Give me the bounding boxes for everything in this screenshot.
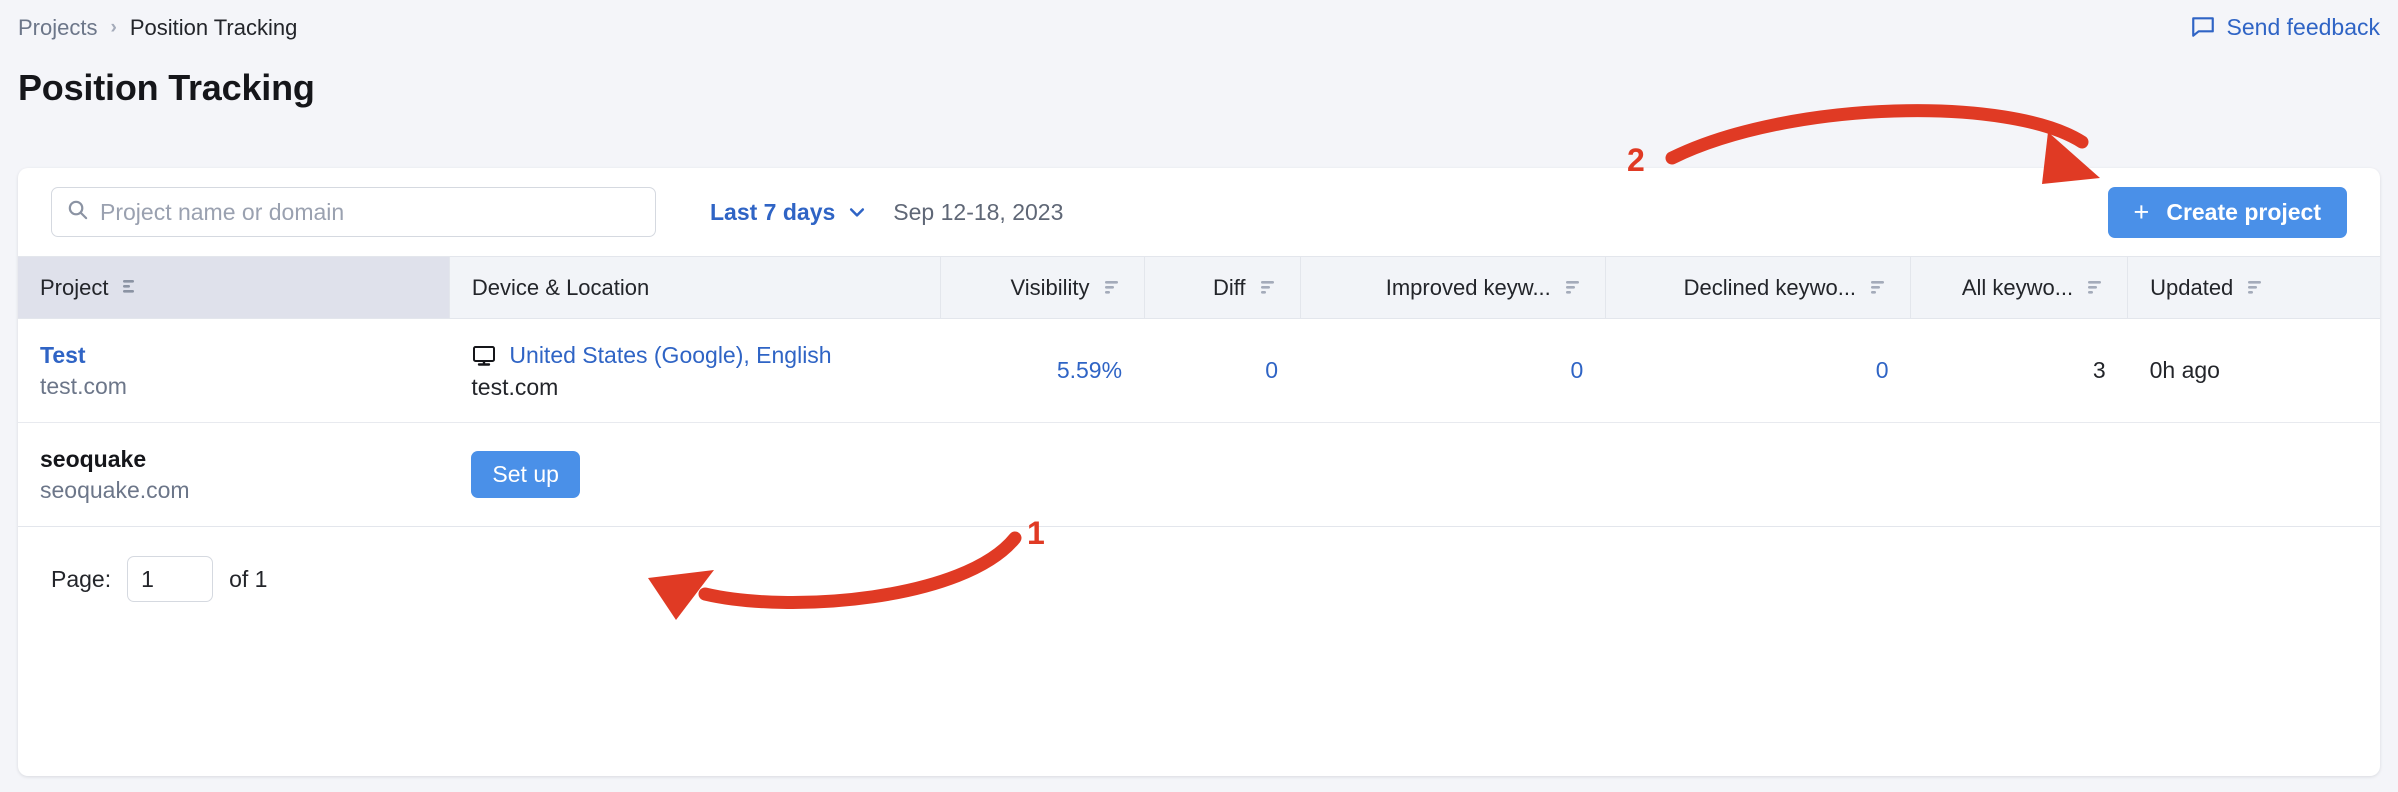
date-range-picker-label[interactable]: Last 7 days	[710, 197, 835, 227]
visibility-value[interactable]: 5.59%	[1057, 357, 1122, 383]
diff-value[interactable]: 0	[1265, 357, 1278, 383]
plus-icon: +	[2134, 199, 2150, 226]
breadcrumb-projects-link[interactable]: Projects	[18, 14, 97, 42]
column-header-improved-keywords-label: Improved keyw...	[1386, 275, 1551, 301]
projects-card: Last 7 days Sep 12-18, 2023 + Create pro…	[18, 168, 2380, 776]
updated-value: 0h ago	[2150, 357, 2220, 383]
chevron-down-icon[interactable]	[847, 202, 867, 222]
project-domain: seoquake.com	[40, 474, 427, 506]
column-header-device-location-label: Device & Location	[472, 275, 649, 301]
cell-visibility	[941, 423, 1145, 527]
column-header-visibility[interactable]: Visibility	[941, 257, 1145, 319]
device-location-link[interactable]: United States (Google), English	[509, 340, 831, 370]
project-name: seoquake	[40, 444, 427, 474]
column-header-device-location[interactable]: Device & Location	[449, 257, 940, 319]
project-domain: test.com	[40, 370, 427, 402]
column-header-all-keywords[interactable]: All keywo...	[1911, 257, 2128, 319]
sort-icon	[1258, 275, 1278, 301]
column-header-updated-label: Updated	[2150, 275, 2233, 301]
sort-icon	[1563, 275, 1583, 301]
column-header-project-label: Project	[40, 275, 108, 301]
column-header-project[interactable]: Project	[18, 257, 449, 319]
cell-diff	[1144, 423, 1300, 527]
feedback-chat-icon	[2190, 14, 2216, 40]
desktop-monitor-icon	[471, 344, 497, 374]
declined-keywords-value[interactable]: 0	[1876, 357, 1889, 383]
sort-icon	[1868, 275, 1888, 301]
cell-improved-keywords	[1300, 423, 1605, 527]
column-header-declined-keywords-label: Declined keywo...	[1684, 275, 1856, 301]
create-project-button[interactable]: + Create project	[2108, 187, 2347, 238]
cell-all-keywords	[1911, 423, 2128, 527]
cell-diff: 0	[1144, 319, 1300, 423]
column-header-declined-keywords[interactable]: Declined keywo...	[1605, 257, 1910, 319]
table-row[interactable]: seoquake seoquake.com Set up	[18, 423, 2380, 527]
sort-icon	[2245, 275, 2265, 301]
sort-icon	[2085, 275, 2105, 301]
cell-declined-keywords: 0	[1605, 319, 1910, 423]
pagination: Page: of 1	[18, 527, 2380, 631]
column-header-diff-label: Diff	[1213, 275, 1246, 301]
table-header: Project Device &	[18, 257, 2380, 319]
date-filter: Last 7 days Sep 12-18, 2023	[710, 197, 1063, 227]
cell-updated: 0h ago	[2128, 319, 2380, 423]
position-tracking-page: Projects › Position Tracking Send feedba…	[0, 0, 2398, 792]
device-location-domain: test.com	[471, 374, 918, 401]
cell-project: seoquake seoquake.com	[18, 423, 449, 527]
table-header-row: Project Device &	[18, 257, 2380, 319]
table-row[interactable]: Test test.com Unit	[18, 319, 2380, 423]
column-header-visibility-label: Visibility	[1010, 275, 1089, 301]
cell-device-location: United States (Google), English test.com	[449, 319, 940, 423]
search-input[interactable]	[100, 199, 641, 226]
page-number-input[interactable]	[127, 556, 213, 602]
cell-updated	[2128, 423, 2380, 527]
page-title: Position Tracking	[18, 66, 315, 110]
breadcrumb-current: Position Tracking	[130, 14, 298, 42]
column-header-improved-keywords[interactable]: Improved keyw...	[1300, 257, 1605, 319]
cell-declined-keywords	[1605, 423, 1910, 527]
column-header-updated[interactable]: Updated	[2128, 257, 2380, 319]
project-name-link[interactable]: Test	[40, 340, 427, 370]
all-keywords-value: 3	[2093, 357, 2106, 383]
improved-keywords-value[interactable]: 0	[1571, 357, 1584, 383]
table-body: Test test.com Unit	[18, 319, 2380, 527]
cell-device-location: Set up	[449, 423, 940, 527]
device-location-group: United States (Google), English	[471, 340, 918, 374]
table-toolbar: Last 7 days Sep 12-18, 2023 + Create pro…	[18, 168, 2380, 256]
column-header-all-keywords-label: All keywo...	[1962, 275, 2073, 301]
column-header-diff[interactable]: Diff	[1144, 257, 1300, 319]
sort-icon	[1102, 275, 1122, 301]
cell-visibility: 5.59%	[941, 319, 1145, 423]
cell-all-keywords: 3	[1911, 319, 2128, 423]
sort-asc-icon	[120, 275, 140, 301]
create-project-label: Create project	[2166, 199, 2321, 226]
breadcrumb: Projects › Position Tracking	[18, 14, 297, 42]
date-range-value: Sep 12-18, 2023	[893, 197, 1063, 227]
send-feedback-label: Send feedback	[2227, 12, 2380, 42]
cell-project: Test test.com	[18, 319, 449, 423]
send-feedback-button[interactable]: Send feedback	[2190, 12, 2380, 42]
set-up-button[interactable]: Set up	[471, 451, 580, 498]
search-box[interactable]	[51, 187, 656, 237]
breadcrumb-separator-icon: ›	[110, 14, 116, 42]
search-icon	[66, 198, 89, 226]
page-label: Page:	[51, 566, 111, 593]
page-total-label: of 1	[229, 566, 267, 593]
projects-table: Project Device &	[18, 256, 2380, 527]
cell-improved-keywords: 0	[1300, 319, 1605, 423]
